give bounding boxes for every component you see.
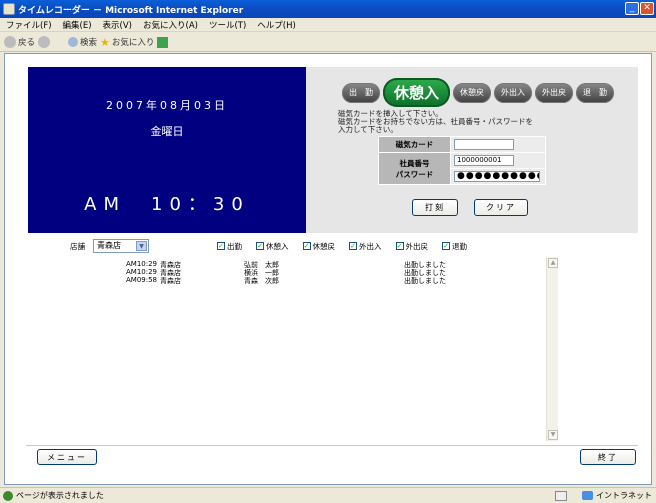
forward-arrow-icon [38,36,51,48]
punch-button-row: 出 勤 休憩入 休憩戻 外出入 外出戻 退 勤 [342,78,615,107]
store-select[interactable]: 青森店 ▼ [93,239,149,253]
close-button[interactable]: ✕ [640,2,654,15]
chevron-down-icon[interactable]: ▼ [136,241,147,251]
browser-toolbar: 戻る 検索 ★ お気に入り [0,33,656,52]
break-start-button[interactable]: 休憩入 [383,78,451,107]
page-done-icon [3,490,13,501]
favorites-button[interactable]: ★ お気に入り [100,36,154,49]
filter-check-go-out[interactable]: ✓ 外出入 [349,241,382,252]
checkbox-icon: ✓ [256,242,264,250]
clock-date: 2007年08月03日 [106,99,228,112]
filter-check-clock-out[interactable]: ✓ 退勤 [442,241,467,252]
window-controls: _ ✕ [625,2,654,15]
menu-bar: ファイル(F) 編集(E) 表示(V) お気に入り(A) ツール(T) ヘルプ(… [0,18,656,32]
menu-tools[interactable]: ツール(T) [209,19,246,31]
clock-out-button[interactable]: 退 勤 [576,82,615,103]
menu-edit[interactable]: 編集(E) [63,19,92,31]
form-buttons: 打刻 クリア [412,199,528,216]
break-end-button[interactable]: 休憩戻 [453,82,492,103]
star-icon: ★ [100,35,110,49]
back-arrow-icon [4,36,16,48]
login-form: 磁気カード 社員番号 パスワード 1000000001 ●●●●●●●●●● [378,136,546,185]
scroll-up-icon[interactable]: ▲ [548,258,558,268]
back-button[interactable]: 戻る [4,36,35,48]
search-icon [68,37,79,47]
security-zone-icon [555,490,567,501]
forward-button[interactable] [38,36,51,48]
scroll-down-icon[interactable]: ▼ [548,430,558,440]
zone-indicator: イントラネット [582,490,652,501]
intranet-icon [582,491,593,500]
store-label: 店舗 [70,241,85,251]
card-label: 磁気カード [378,136,451,153]
end-button[interactable]: 終了 [580,449,636,465]
clock-panel: 2007年08月03日 金曜日 AM 10：30 [28,67,306,233]
clock-weekday: 金曜日 [150,125,184,138]
checkbox-icon: ✓ [442,242,450,250]
clock-in-button[interactable]: 出 勤 [342,82,380,103]
log-row: AM09:58 青森店 青森 次郎 出勤しました [126,276,446,285]
search-button[interactable]: 検索 [68,36,97,48]
menu-favorites[interactable]: お気に入り(A) [143,19,198,31]
status-bar: ページが表示されました イントラネット [0,487,656,503]
checkbox-icon: ✓ [349,242,357,250]
employee-password-label: 社員番号 パスワード [378,152,451,185]
divider [26,445,638,446]
password-input[interactable]: ●●●●●●●●●● [454,171,540,182]
ie-icon [3,3,15,15]
filter-check-break-start[interactable]: ✓ 休憩入 [256,241,289,252]
filter-row: 店舗 青森店 ▼ ✓ 出勤 ✓ 休憩入 ✓ 休憩戻 ✓ 外出入 ✓ 外出戻 ✓ 退勤 [70,239,467,253]
instructions: 磁気カードを挿入して下さい。 磁気カードをお持ちでない方は、社員番号・パスワード… [338,109,533,134]
title-bar: タイムレコーダー － Microsoft Internet Explorer _… [0,0,656,18]
checkbox-icon: ✓ [302,242,311,250]
employee-number-input[interactable]: 1000000001 [454,155,514,166]
menu-help[interactable]: ヘルプ(H) [257,19,296,31]
punch-panel: 出 勤 休憩入 休憩戻 外出入 外出戻 退 勤 磁気カードを挿入して下さい。 磁… [306,67,638,233]
filter-check-break-end[interactable]: ✓ 休憩戻 [302,241,335,252]
checkbox-icon: ✓ [217,242,225,250]
menu-file[interactable]: ファイル(F) [6,19,52,31]
return-button[interactable]: 外出戻 [535,82,574,103]
window-title: タイムレコーダー － Microsoft Internet Explorer [18,5,244,16]
filter-check-clock-in[interactable]: ✓ 出勤 [217,241,242,252]
minimize-button[interactable]: _ [625,2,639,15]
status-text: ページが表示されました [16,491,104,500]
log-scrollbar[interactable]: ▲ ▼ [546,257,558,441]
menu-button[interactable]: メニュー [37,449,97,465]
filter-check-return[interactable]: ✓ 外出戻 [395,241,428,252]
print-button[interactable]: 打刻 [412,199,458,216]
go-out-button[interactable]: 外出入 [494,82,533,103]
media-icon[interactable] [157,36,169,48]
checkbox-icon: ✓ [395,242,404,250]
menu-view[interactable]: 表示(V) [103,19,132,31]
clear-button[interactable]: クリア [474,199,528,216]
clock-time: AM 10：30 [84,194,250,215]
card-input[interactable] [454,139,514,150]
